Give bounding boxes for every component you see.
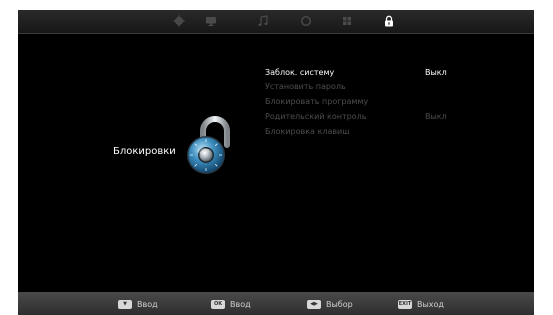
tv-screen: Блокировки Заблок. систему Выкл Установи… (18, 10, 534, 315)
hint-label: Ввод (137, 299, 158, 309)
hint-label: Выбор (326, 299, 353, 309)
ok-key-icon: OK (211, 299, 225, 309)
top-tab-bar (18, 10, 534, 34)
hint-label: Ввод (230, 299, 251, 309)
menu-value-lock-system: Выкл (425, 68, 447, 77)
combination-lock-icon (187, 116, 230, 174)
menu-item-block-program[interactable]: Блокировать программу (265, 96, 368, 107)
grid-icon (343, 17, 351, 25)
left-right-key-icon: ◀▶ (307, 299, 321, 309)
menu-value-parental-control: Выкл (425, 112, 447, 121)
monitor-icon (206, 17, 216, 26)
exit-key-icon: EXIT (398, 299, 412, 309)
bottom-hint-bar: ▼ Ввод OK Ввод ◀▶ Выбор EXIT Выход (18, 292, 534, 315)
tab-lock[interactable] (381, 14, 397, 28)
tab-apps[interactable] (339, 14, 355, 28)
tab-settings[interactable] (171, 14, 187, 28)
hint-label: Выход (417, 299, 444, 309)
music-note-icon (258, 15, 268, 26)
menu-item-parental-control[interactable]: Родительский контроль (265, 111, 366, 122)
menu-item-lock-system[interactable]: Заблок. систему (265, 67, 334, 78)
gear-icon (173, 15, 185, 27)
hint-exit: EXIT Выход (398, 298, 444, 310)
menu-item-key-lock[interactable]: Блокировка клавиш (265, 126, 350, 137)
hint-enter-ok: OK Ввод (211, 298, 251, 310)
hint-select: ◀▶ Выбор (307, 298, 353, 310)
hint-enter-down: ▼ Ввод (118, 298, 158, 310)
down-key-icon: ▼ (118, 299, 132, 309)
clock-icon (300, 15, 312, 27)
tab-time[interactable] (298, 14, 314, 28)
menu-item-set-password[interactable]: Установить пароль (265, 81, 346, 92)
lock-icon (385, 15, 393, 27)
tab-picture[interactable] (203, 14, 219, 28)
page-title: Блокировки (113, 146, 176, 157)
tab-sound[interactable] (255, 14, 271, 28)
